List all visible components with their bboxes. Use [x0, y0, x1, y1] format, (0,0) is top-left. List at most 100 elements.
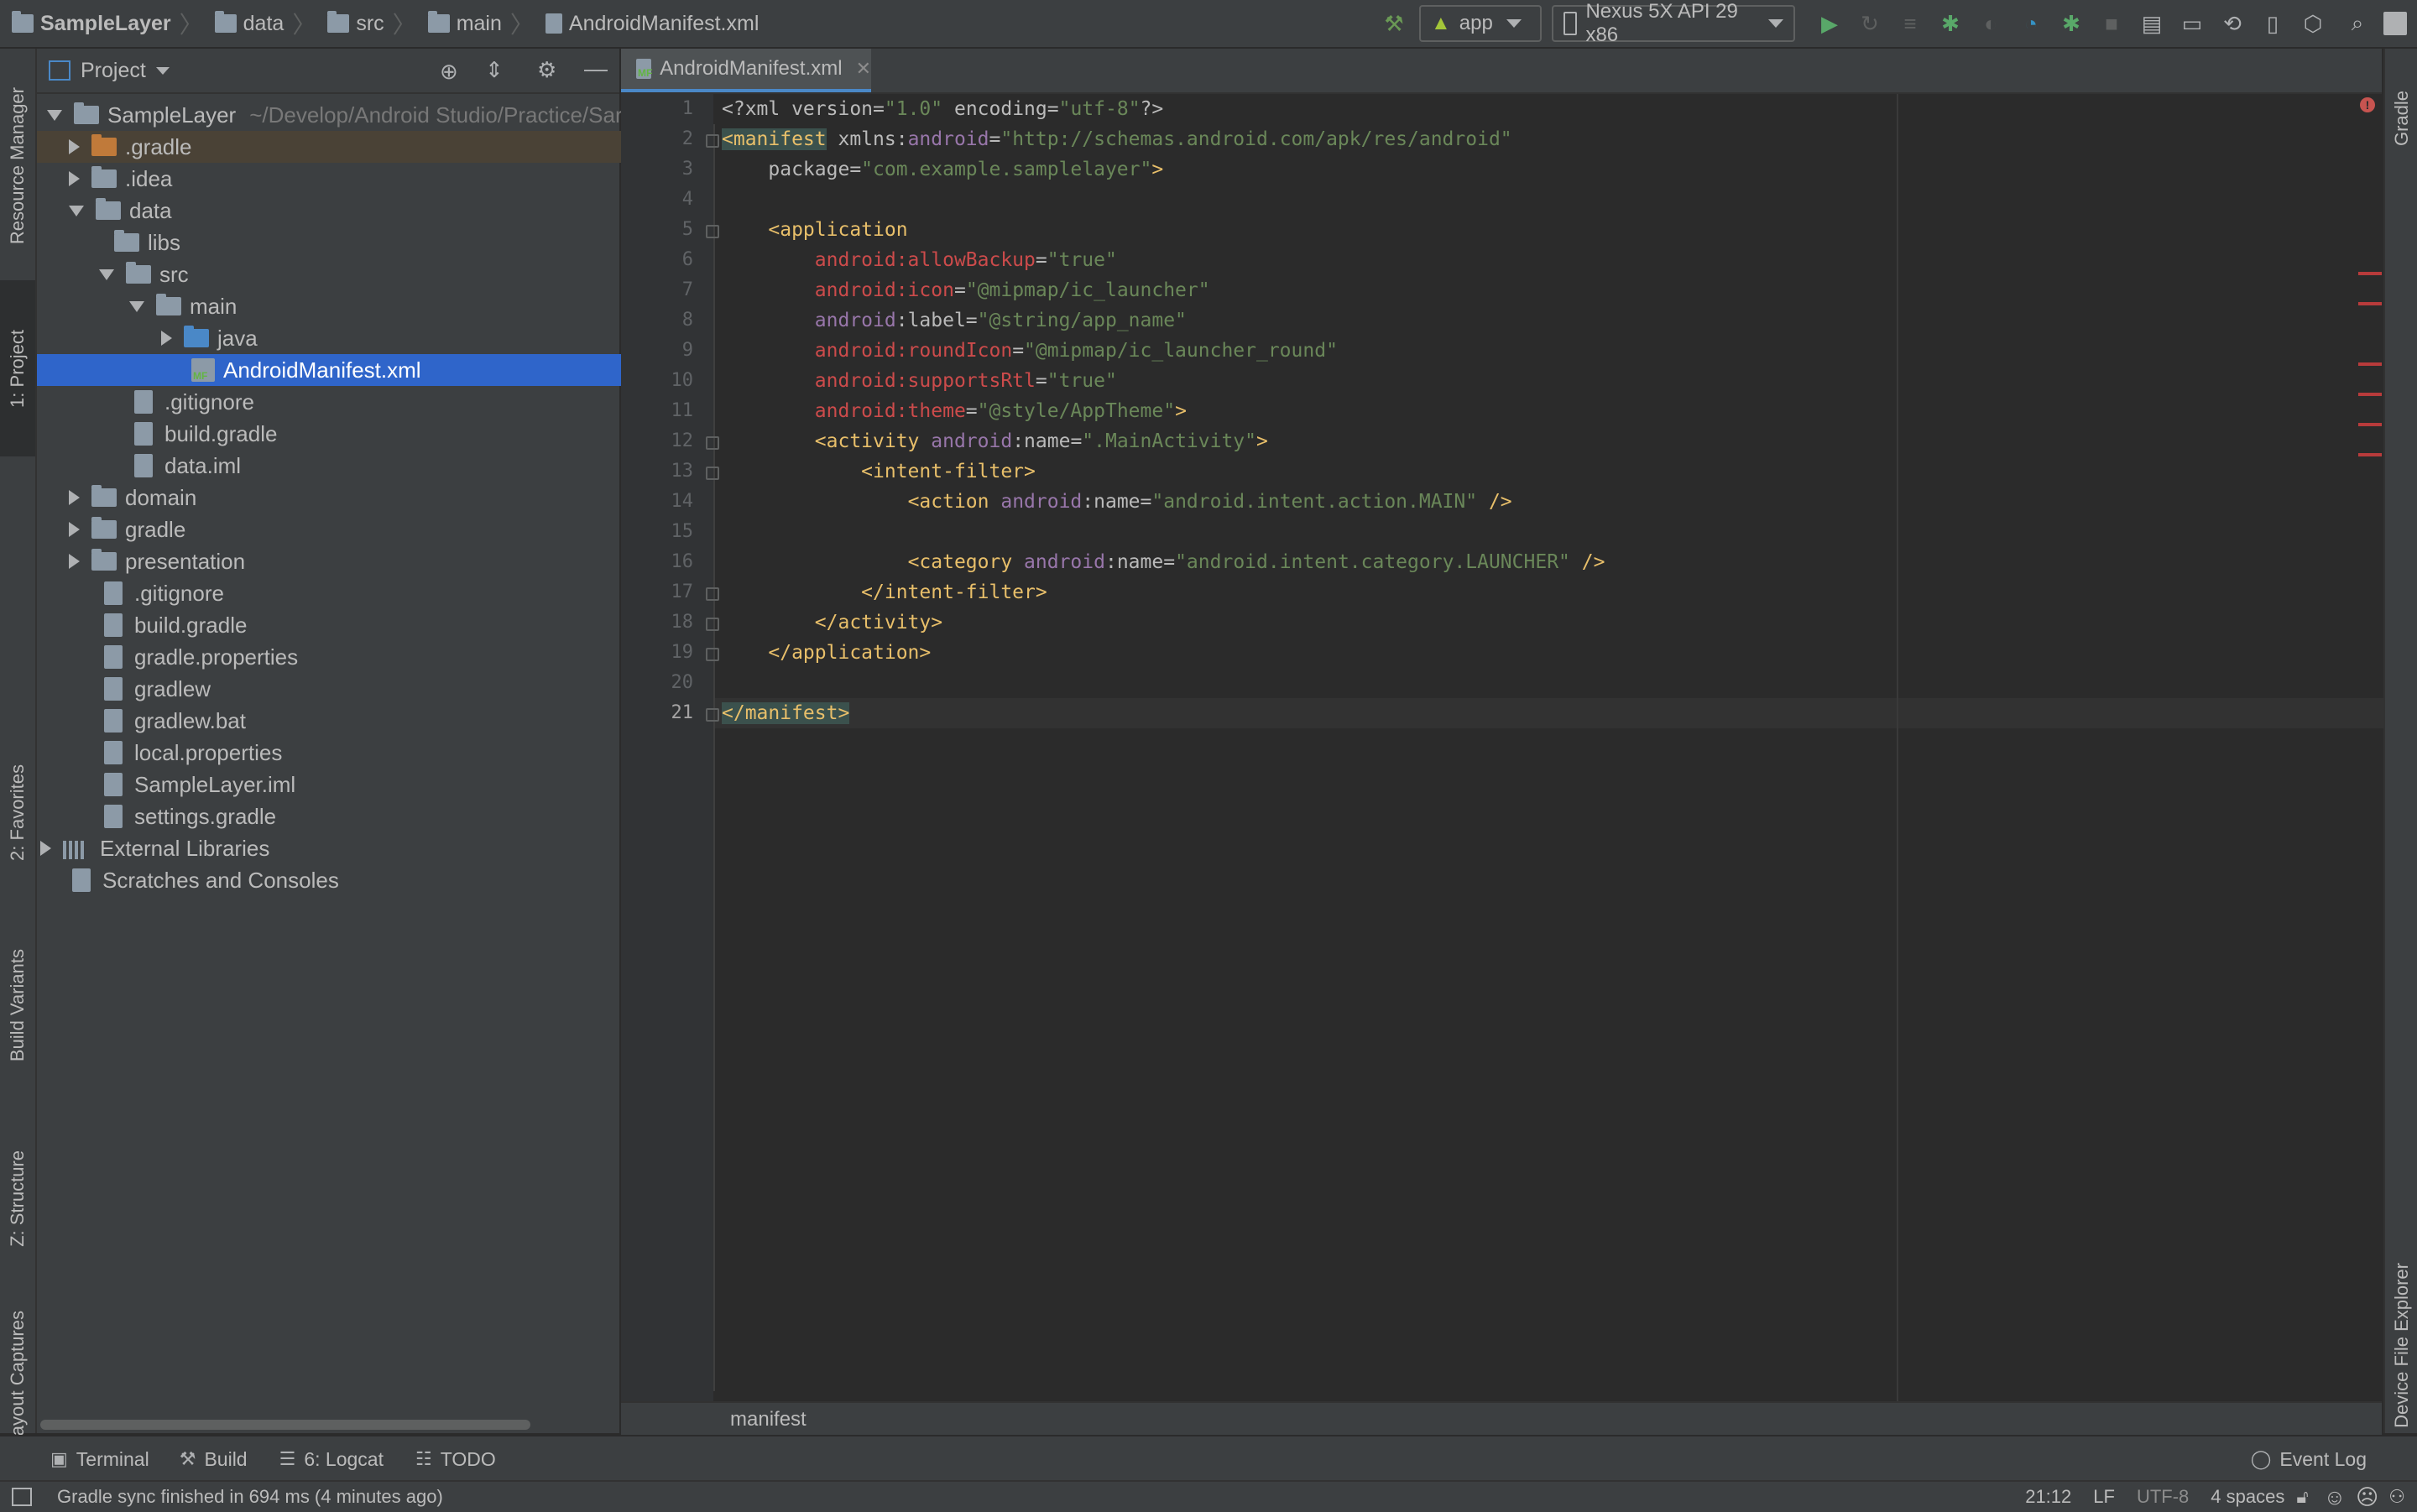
tree-item-libs[interactable]: libs [37, 227, 697, 258]
collapse-arrow-icon[interactable] [161, 331, 172, 346]
tree-item-build-gradle-data[interactable]: build.gradle [37, 418, 713, 450]
gear-icon[interactable]: ⚙ [537, 57, 556, 83]
debug-icon[interactable]: ✱ [1936, 9, 1965, 38]
tree-item-idea[interactable]: .idea [37, 163, 651, 195]
code-editor[interactable]: <?xml version="1.0" encoding="utf-8"?> <… [706, 94, 2383, 1401]
error-stripe[interactable] [2358, 393, 2382, 396]
tab-device-file-explorer[interactable]: Device File Explorer [2385, 1223, 2417, 1467]
resource-icon[interactable]: ⬡ [2299, 9, 2327, 38]
avd-manager-icon[interactable]: ▯ [2258, 9, 2287, 38]
memory-indicator-icon[interactable]: ⚇ [2388, 1486, 2405, 1508]
breadcrumb-file[interactable]: AndroidManifest.xml [569, 12, 759, 36]
logcat-button[interactable]: ☰ 6: Logcat [279, 1448, 384, 1471]
error-stripe[interactable] [2358, 362, 2382, 366]
user-avatar-icon[interactable] [2383, 12, 2407, 35]
tree-item-gradle-properties[interactable]: gradle.properties [37, 641, 683, 673]
search-icon[interactable]: ⌕ [2343, 9, 2372, 38]
status-message[interactable]: Gradle sync finished in 694 ms (4 minute… [57, 1486, 443, 1508]
tree-item-gitignore-data[interactable]: .gitignore [37, 386, 713, 418]
attach-debugger-icon[interactable]: ✱ [2057, 9, 2086, 38]
fold-marker-icon[interactable] [706, 708, 719, 722]
collapse-arrow-icon[interactable] [69, 490, 80, 505]
tab-gradle[interactable]: Gradle [2385, 64, 2417, 173]
collapse-arrow-icon[interactable] [40, 841, 51, 856]
todo-button[interactable]: ☷ TODO [415, 1448, 496, 1471]
horizontal-scrollbar[interactable] [40, 1420, 530, 1430]
chevron-down-icon[interactable] [155, 66, 170, 75]
tree-item-gitignore[interactable]: .gitignore [37, 577, 683, 609]
fold-marker-icon[interactable] [706, 587, 719, 601]
locate-icon[interactable]: ⊕ [440, 59, 458, 85]
tree-item-gradle[interactable]: gradle [37, 514, 651, 545]
tree-item-settings-gradle[interactable]: settings.gradle [37, 800, 683, 832]
tree-item-local-properties[interactable]: local.properties [37, 737, 683, 769]
error-indicator-icon[interactable]: ! [2360, 97, 2375, 112]
collapse-arrow-icon[interactable] [69, 171, 80, 186]
editor-breadcrumb-manifest[interactable]: manifest [730, 1408, 807, 1431]
indent-setting[interactable]: 4 spaces [2211, 1486, 2284, 1508]
lock-icon[interactable]: 🔓︎ [2296, 1486, 2308, 1508]
error-stripe[interactable] [2358, 302, 2382, 305]
tree-item-data-iml[interactable]: data.iml [37, 450, 713, 482]
apply-code-changes-icon[interactable]: ≡ [1896, 9, 1924, 38]
fold-marker-icon[interactable] [706, 436, 719, 450]
expand-arrow-icon[interactable] [99, 269, 114, 280]
minimize-icon[interactable]: — [584, 55, 608, 82]
collapse-arrow-icon[interactable] [69, 139, 80, 154]
tab-favorites[interactable]: 2: Favorites [0, 745, 35, 879]
tree-item-gradlew-bat[interactable]: gradlew.bat [37, 705, 683, 737]
happy-face-icon[interactable]: ☺ [2324, 1484, 2347, 1510]
sdk-manager-icon[interactable]: ▭ [2178, 9, 2206, 38]
tab-resource-manager[interactable]: Resource Manager [0, 65, 35, 267]
error-stripe[interactable] [2358, 272, 2382, 275]
expand-arrow-icon[interactable] [47, 109, 62, 121]
collapse-arrow-icon[interactable] [69, 554, 80, 569]
breadcrumb-project[interactable]: SampleLayer [40, 12, 171, 36]
tree-item-root[interactable]: SampleLayer ~/Develop/Android Studio/Pra… [37, 99, 629, 131]
event-log-button[interactable]: ◯ Event Log [2251, 1448, 2367, 1471]
project-structure-icon[interactable]: ▤ [2138, 9, 2166, 38]
toggle-tool-windows-icon[interactable] [12, 1488, 32, 1506]
terminal-button[interactable]: ▣ Terminal [50, 1448, 149, 1471]
collapse-all-icon[interactable]: ⇕ [485, 57, 504, 83]
collapse-arrow-icon[interactable] [69, 522, 80, 537]
tree-item-external-libraries[interactable]: External Libraries [37, 832, 623, 864]
expand-arrow-icon[interactable] [69, 205, 84, 216]
file-encoding[interactable]: UTF-8 [2137, 1486, 2189, 1508]
expand-arrow-icon[interactable] [129, 300, 144, 312]
fold-marker-icon[interactable] [706, 467, 719, 480]
fold-marker-icon[interactable] [706, 618, 719, 631]
breadcrumb-data[interactable]: data [243, 12, 285, 36]
build-button[interactable]: ⚒ Build [180, 1448, 248, 1471]
error-stripe[interactable] [2358, 453, 2382, 456]
tree-item-data[interactable]: data [37, 195, 651, 227]
profile-icon[interactable]: ◔ [2017, 9, 2045, 38]
tab-structure[interactable]: Z: Structure [0, 1123, 35, 1274]
tree-item-gradle-dir[interactable]: .gradle [37, 131, 651, 163]
tab-build-variants[interactable]: Build Variants [0, 905, 35, 1106]
close-icon[interactable]: ✕ [856, 58, 871, 80]
stop-icon[interactable]: ■ [2097, 9, 2126, 38]
fold-marker-icon[interactable] [706, 134, 719, 148]
tree-item-main[interactable]: main [37, 290, 712, 322]
tree-item-gradlew[interactable]: gradlew [37, 673, 683, 705]
sad-face-icon[interactable]: ☹ [2356, 1484, 2378, 1510]
tree-item-samplelayer-iml[interactable]: SampleLayer.iml [37, 769, 683, 800]
error-stripe[interactable] [2358, 423, 2382, 426]
run-config-select[interactable]: ▲ app [1419, 5, 1542, 42]
tree-item-build-gradle[interactable]: build.gradle [37, 609, 683, 641]
breadcrumb-src[interactable]: src [356, 12, 384, 36]
tree-item-domain[interactable]: domain [37, 482, 651, 514]
breadcrumb-main[interactable]: main [457, 12, 502, 36]
tab-android-manifest[interactable]: AndroidManifest.xml ✕ [621, 49, 871, 92]
coverage-icon[interactable]: ◐ [1976, 9, 2005, 38]
line-separator[interactable]: LF [2093, 1486, 2115, 1508]
tree-item-src[interactable]: src [37, 258, 681, 290]
device-select[interactable]: Nexus 5X API 29 x86 [1552, 0, 1795, 46]
sync-gradle-icon[interactable]: ⟲ [2218, 9, 2247, 38]
tree-item-scratches[interactable]: Scratches and Consoles [37, 864, 651, 896]
run-icon[interactable]: ▶ [1815, 9, 1844, 38]
caret-position[interactable]: 21:12 [2025, 1486, 2071, 1508]
tab-project[interactable]: 1: Project [0, 280, 35, 456]
fold-marker-icon[interactable] [706, 225, 719, 238]
